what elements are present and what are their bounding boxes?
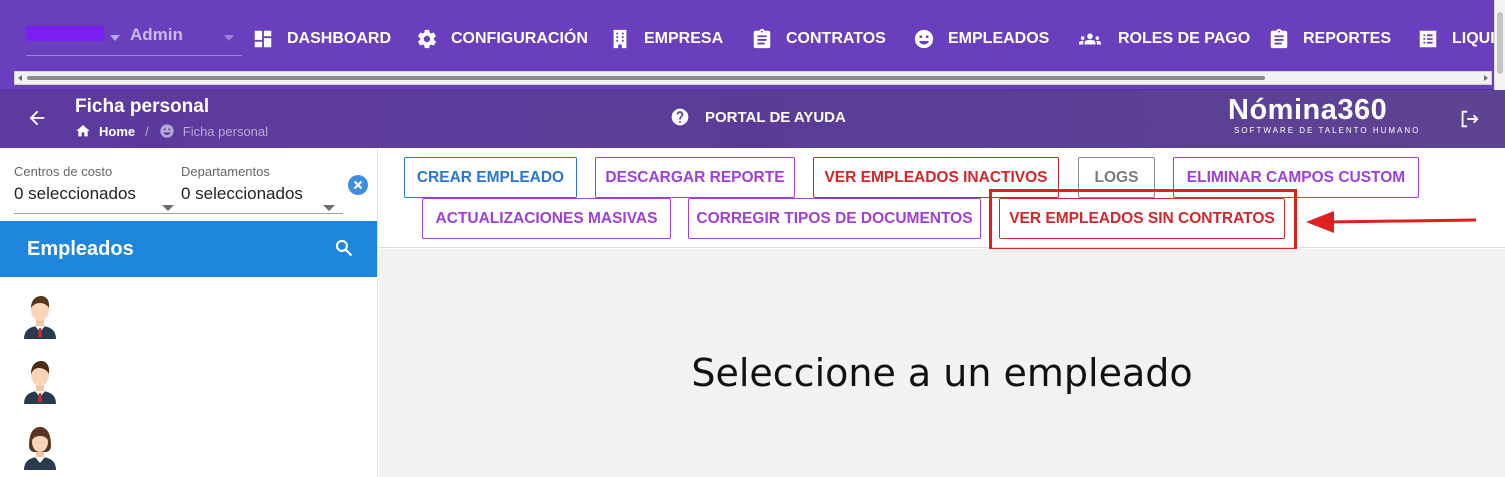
page-header: Ficha personal Home / Ficha personal POR… <box>0 90 1505 148</box>
nav-empresa-label: EMPRESA <box>644 30 724 47</box>
face-icon <box>914 29 934 49</box>
employee-avatar-male[interactable] <box>22 293 58 339</box>
view-inactive-employees-button[interactable]: VER EMPLEADOS INACTIVOS <box>813 157 1059 198</box>
back-button[interactable] <box>26 107 48 129</box>
logs-button[interactable]: LOGS <box>1078 157 1155 198</box>
nav-dashboard-label: DASHBOARD <box>287 30 391 47</box>
brand-tagline: SOFTWARE DE TALENTO HUMANO <box>1234 126 1421 135</box>
nav-contratos-label: CONTRATOS <box>786 30 886 47</box>
clear-filters-button[interactable] <box>348 175 368 195</box>
nav-configuracion[interactable]: CONFIGURACIÓN <box>416 25 588 53</box>
download-report-button[interactable]: DESCARGAR REPORTE <box>595 157 795 198</box>
nav-horizontal-scrollbar[interactable] <box>14 71 1492 85</box>
nav-roles-de-pago-label: ROLES DE PAGO <box>1118 30 1251 47</box>
scroll-left-arrow-icon[interactable] <box>18 75 22 81</box>
logout-icon <box>1461 110 1479 128</box>
chevron-down-icon <box>110 35 120 41</box>
annotation-arrow-icon <box>1306 211 1477 233</box>
employee-detail-area: Seleccione a un empleado <box>379 249 1505 477</box>
close-icon <box>353 180 363 190</box>
nav-liquidaciones-label: LIQUI <box>1452 30 1495 47</box>
clipboard-icon <box>753 28 771 49</box>
breadcrumb-current: Ficha personal <box>182 123 269 139</box>
nav-empleados[interactable]: EMPLEADOS <box>913 25 1049 53</box>
female-avatar-icon <box>24 427 56 470</box>
arrow-left-icon <box>29 110 45 126</box>
employee-avatar-male[interactable] <box>22 358 58 404</box>
breadcrumb-home-link[interactable]: Home <box>99 124 135 139</box>
scrollbar-thumb[interactable] <box>27 76 1265 80</box>
help-portal-link[interactable]: PORTAL DE AYUDA <box>670 107 846 127</box>
view-employees-without-contracts-button[interactable]: VER EMPLEADOS SIN CONTRATOS <box>999 198 1285 239</box>
department-filter[interactable]: Departamentos 0 seleccionados <box>181 164 341 211</box>
top-navigation-bar: Admin DASHBOARD CONFIGURACIÓN EMPRESA CO… <box>0 0 1505 90</box>
department-filter-value: 0 seleccionados <box>181 184 303 203</box>
employees-panel-title: Empleados <box>27 237 134 260</box>
employees-panel-header: Empleados <box>0 221 377 277</box>
breadcrumb: Home / Ficha personal <box>75 123 268 139</box>
fix-document-types-button[interactable]: CORREGIR TIPOS DE DOCUMENTOS <box>688 198 981 239</box>
help-portal-label: PORTAL DE AYUDA <box>705 108 846 126</box>
bulk-updates-button[interactable]: ACTUALIZACIONES MASIVAS <box>422 198 671 239</box>
chevron-down-icon <box>323 205 335 211</box>
create-employee-button[interactable]: CREAR EMPLEADO <box>404 157 577 198</box>
scrollbar-thumb[interactable] <box>1497 12 1503 74</box>
nav-empresa[interactable]: EMPRESA <box>609 25 723 53</box>
department-filter-label: Departamentos <box>181 164 270 179</box>
page-title: Ficha personal <box>75 96 210 117</box>
list-icon <box>1419 30 1437 48</box>
search-icon <box>335 239 353 257</box>
gear-icon <box>418 29 436 49</box>
brand-logo: Nómina360 SOFTWARE DE TALENTO HUMANO <box>1228 94 1428 135</box>
redacted-username <box>26 26 104 41</box>
nav-roles-de-pago[interactable]: ROLES DE PAGO <box>1075 25 1250 53</box>
logout-button[interactable] <box>1458 108 1480 130</box>
cost-center-filter-label: Centros de costo <box>14 164 113 179</box>
chevron-down-icon <box>224 35 234 41</box>
nav-configuracion-label: CONFIGURACIÓN <box>451 30 588 47</box>
dashboard-icon <box>254 30 272 48</box>
help-circle-icon <box>671 108 689 126</box>
brand-name: Nómina360 <box>1228 94 1388 126</box>
cost-center-filter[interactable]: Centros de costo 0 seleccionados <box>14 164 174 211</box>
employee-sidebar: Centros de costo 0 seleccionados Departa… <box>0 148 378 477</box>
filter-underline <box>14 213 343 214</box>
select-employee-placeholder: Seleccione a un empleado <box>691 351 1193 395</box>
building-icon <box>613 29 627 49</box>
nav-reportes[interactable]: REPORTES <box>1268 25 1391 53</box>
nav-dashboard[interactable]: DASHBOARD <box>252 25 391 53</box>
delete-custom-fields-button[interactable]: ELIMINAR CAMPOS CUSTOM <box>1173 157 1419 198</box>
face-icon <box>160 124 174 138</box>
breadcrumb-separator: / <box>145 123 149 139</box>
vertical-scrollbar[interactable] <box>1494 0 1505 90</box>
nav-reportes-label: REPORTES <box>1303 30 1392 47</box>
home-icon <box>76 125 90 137</box>
people-icon <box>1079 33 1101 45</box>
scroll-right-arrow-icon[interactable] <box>1484 75 1488 81</box>
nav-contratos[interactable]: CONTRATOS <box>751 25 886 53</box>
cost-center-filter-value: 0 seleccionados <box>14 184 136 203</box>
nav-liquidaciones[interactable]: LIQUI <box>1417 25 1495 53</box>
male-avatar-icon <box>24 296 56 339</box>
nav-empleados-label: EMPLEADOS <box>948 30 1050 47</box>
chevron-down-icon <box>162 205 174 211</box>
employee-avatar-female[interactable] <box>22 424 58 470</box>
male-avatar-icon <box>24 361 56 404</box>
clipboard-list-icon <box>1270 28 1288 49</box>
user-role-label: Admin <box>130 25 183 44</box>
employee-search-button[interactable] <box>334 238 354 258</box>
